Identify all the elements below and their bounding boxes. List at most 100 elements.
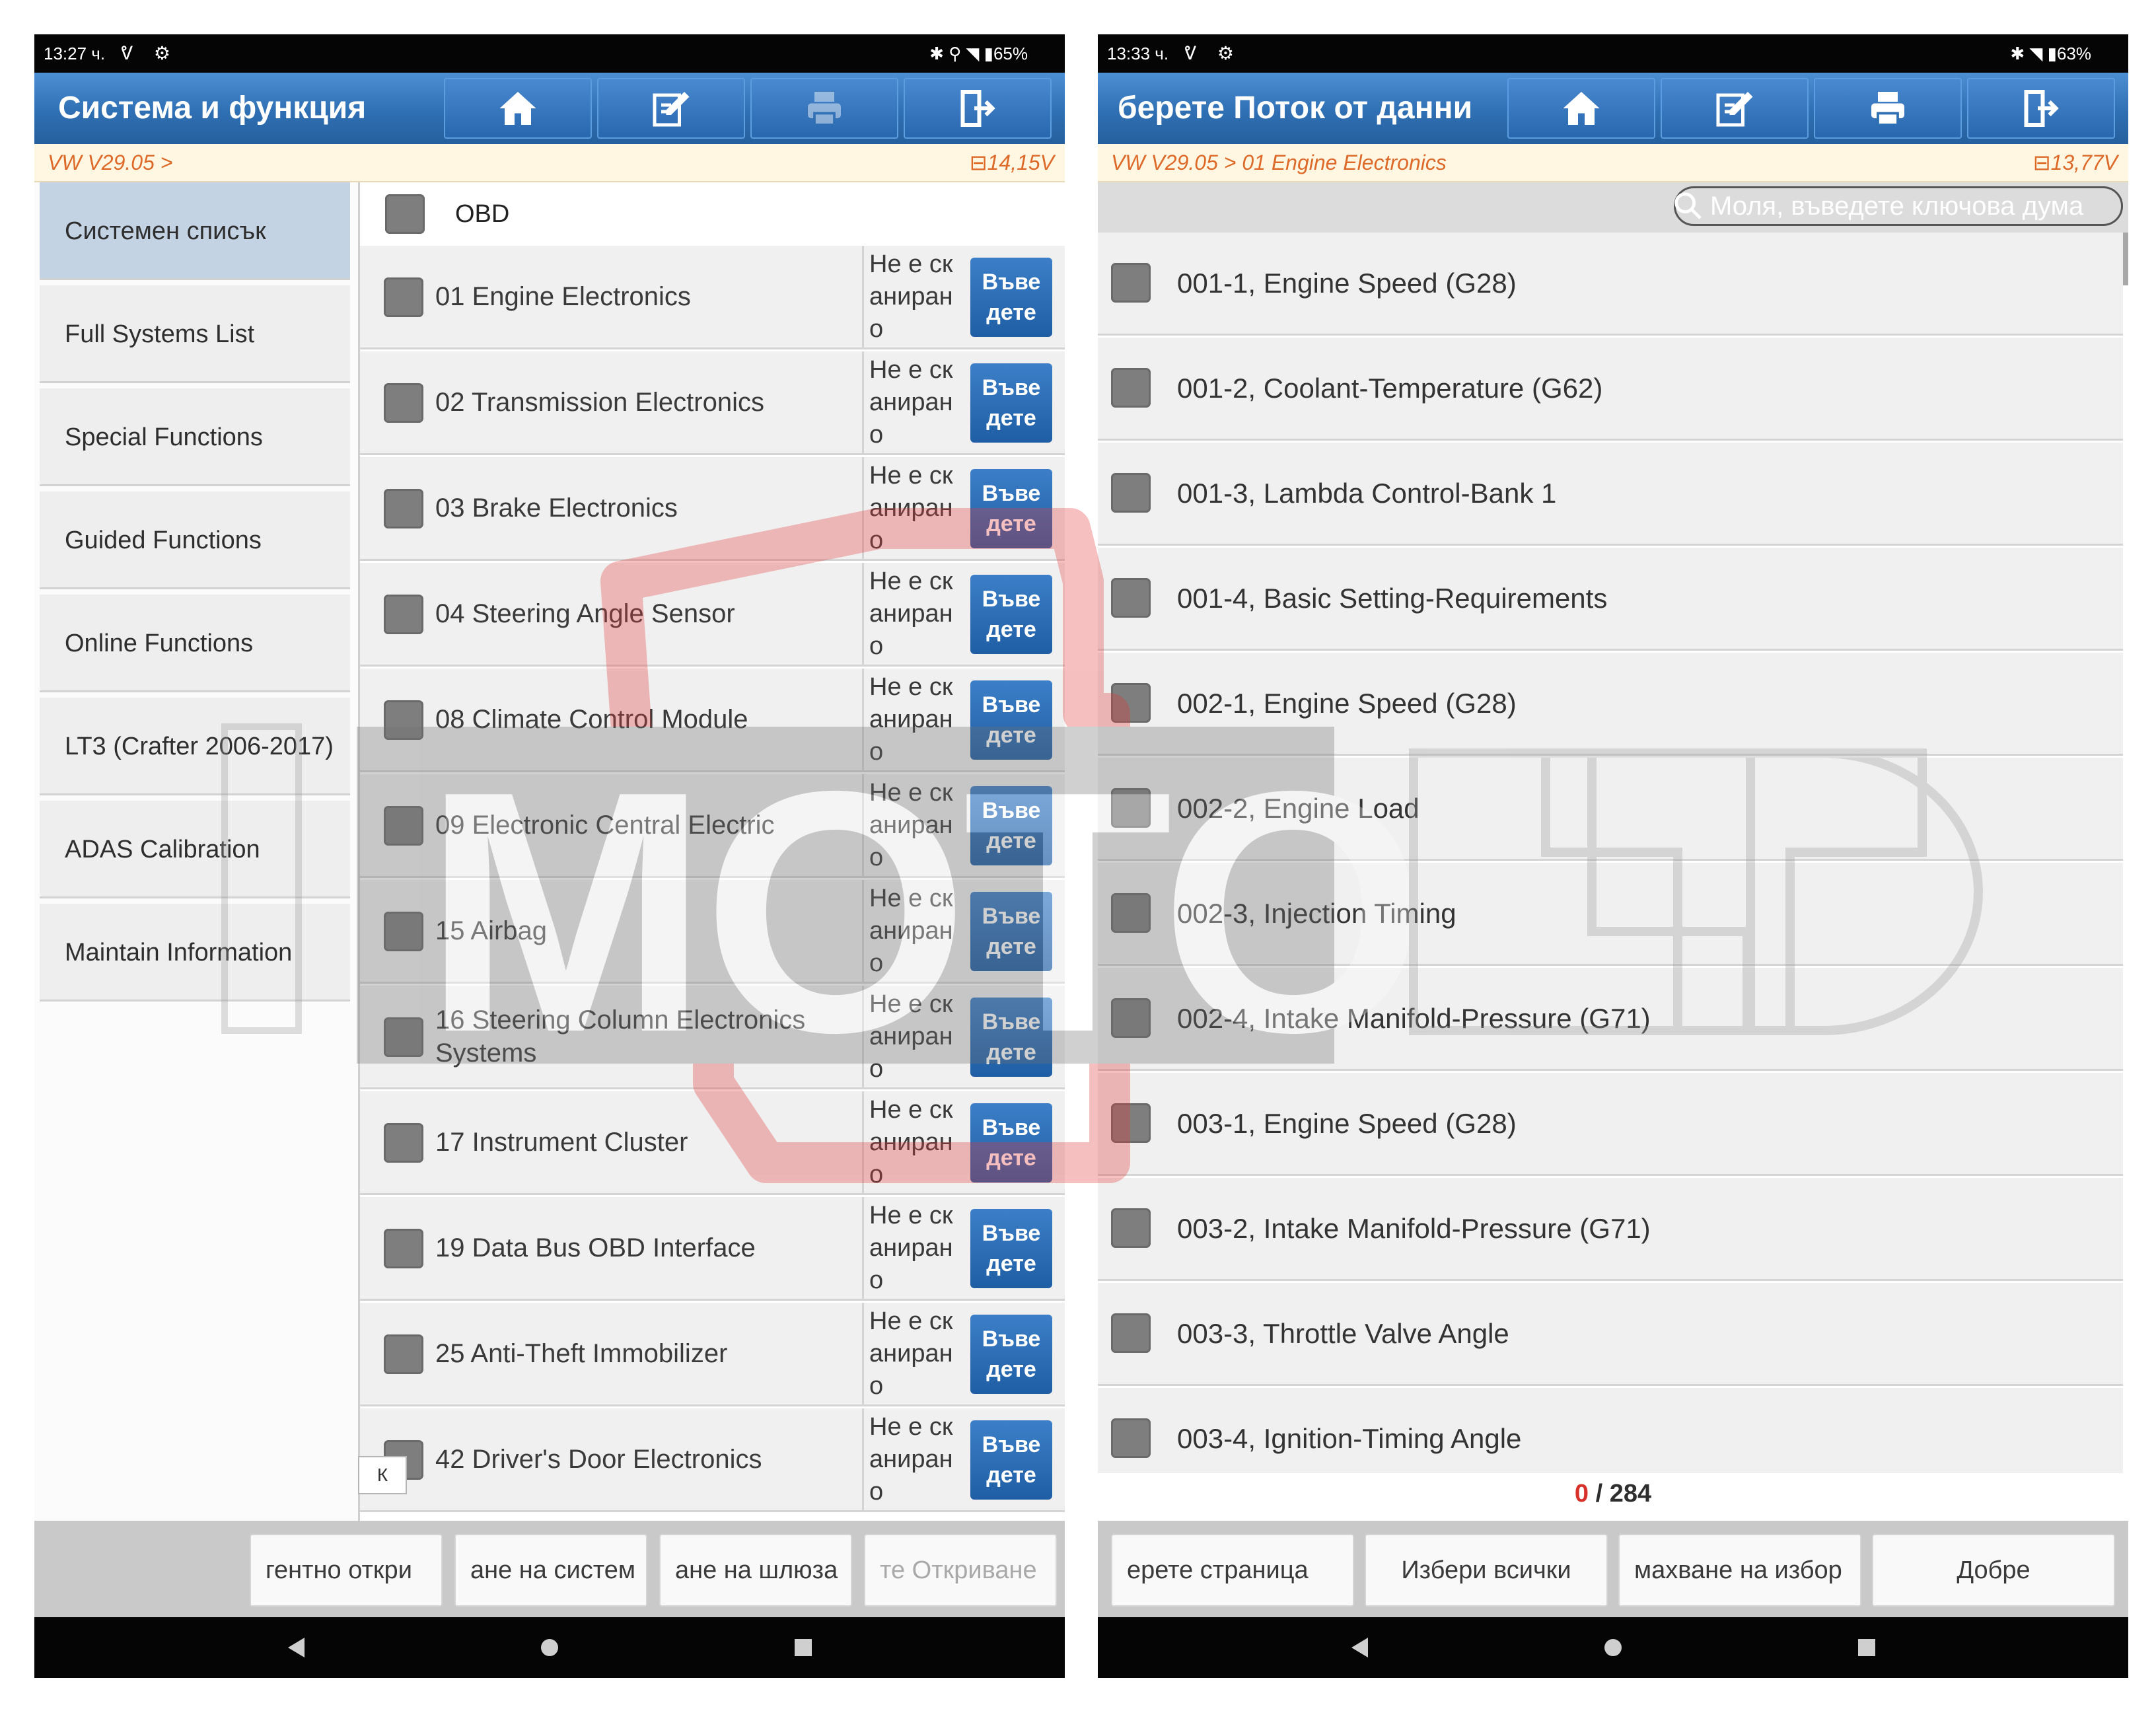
data-stream-row[interactable]: 001-3, Lambda Control-Bank 1 xyxy=(1098,443,2123,546)
enter-system-button[interactable]: Въведете xyxy=(970,258,1052,337)
obd-checkbox[interactable] xyxy=(385,194,425,234)
data-stream-checkbox[interactable] xyxy=(1111,1103,1151,1143)
scrollbar-thumb[interactable] xyxy=(2123,233,2128,285)
exit-button[interactable] xyxy=(904,78,1052,139)
system-row[interactable]: 04 Steering Angle Sensor Не е сканирано Въ… xyxy=(360,563,1065,667)
data-stream-row[interactable]: 003-2, Intake Manifold-Pressure (G71) xyxy=(1098,1178,2123,1281)
nav-home-button[interactable] xyxy=(519,1617,580,1678)
system-row[interactable]: 42 Driver's Door Electronics Не е сканира… xyxy=(360,1408,1065,1512)
deselect-button[interactable]: махване на избор xyxy=(1618,1534,1861,1607)
data-stream-checkbox[interactable] xyxy=(1111,368,1151,408)
obd-select-all-row[interactable]: OBD xyxy=(360,182,1065,246)
system-checkbox[interactable] xyxy=(384,489,423,528)
system-row[interactable]: 19 Data Bus OBD Interface Не е сканирано В… xyxy=(360,1197,1065,1301)
system-row[interactable]: 03 Brake Electronics Не е сканирано Въведе… xyxy=(360,457,1065,561)
system-row[interactable]: 25 Anti-Theft Immobilizer Не е сканирано В… xyxy=(360,1303,1065,1406)
data-stream-row[interactable]: 001-4, Basic Setting-Requirements xyxy=(1098,548,2123,651)
data-stream-checkbox[interactable] xyxy=(1111,1418,1151,1458)
sidebar-item-adas-calibration[interactable]: ADAS Calibration xyxy=(40,801,350,898)
system-name: 25 Anti-Theft Immobilizer xyxy=(435,1339,728,1368)
sidebar-item-online-functions[interactable]: Online Functions xyxy=(40,595,350,692)
enter-system-button[interactable]: Въведете xyxy=(970,786,1052,865)
system-checkbox[interactable] xyxy=(384,1334,423,1374)
stop-detection-button[interactable]: те Откриване xyxy=(864,1534,1057,1607)
home-button[interactable] xyxy=(444,78,592,139)
data-stream-row[interactable]: 001-1, Engine Speed (G28) xyxy=(1098,233,2123,336)
system-row[interactable]: 02 Transmission Electronics Не е сканиран… xyxy=(360,351,1065,455)
system-row[interactable]: 16 Steering Column Electronics Systems Не… xyxy=(360,986,1065,1089)
select-all-button[interactable]: Избери всички xyxy=(1365,1534,1608,1607)
breadcrumb-path: VW V29.05 > xyxy=(48,151,173,174)
select-page-button[interactable]: ерете страница xyxy=(1111,1534,1354,1607)
system-row[interactable]: 09 Electronic Central Electric Не е скани… xyxy=(360,774,1065,878)
enter-system-button[interactable]: Въведете xyxy=(970,1209,1052,1288)
enter-system-button[interactable]: Въведете xyxy=(970,1315,1052,1394)
data-stream-row[interactable]: 002-1, Engine Speed (G28) xyxy=(1098,653,2123,756)
data-stream-checkbox[interactable] xyxy=(1111,893,1151,933)
sidebar-item-full-systems-list[interactable]: Full Systems List xyxy=(40,285,350,383)
enter-system-button[interactable]: Въведете xyxy=(970,469,1052,548)
enter-system-button[interactable]: Въведете xyxy=(970,680,1052,760)
smart-detect-button[interactable]: гентно откри xyxy=(250,1534,443,1607)
system-checkbox[interactable] xyxy=(384,806,423,846)
data-stream-row[interactable]: 002-4, Intake Manifold-Pressure (G71) xyxy=(1098,968,2123,1071)
system-scan-button[interactable]: ане на систем xyxy=(454,1534,647,1607)
system-row[interactable]: 17 Instrument Cluster Не е сканирано Въвед… xyxy=(360,1091,1065,1195)
data-stream-checkbox[interactable] xyxy=(1111,473,1151,513)
sidebar-item-maintain-information[interactable]: Maintain Information xyxy=(40,904,350,1001)
enter-system-button[interactable]: Въведете xyxy=(970,1103,1052,1183)
data-stream-checkbox[interactable] xyxy=(1111,1208,1151,1248)
system-row[interactable]: 08 Climate Control Module Не е сканирано В… xyxy=(360,669,1065,772)
sidebar-item-guided-functions[interactable]: Guided Functions xyxy=(40,491,350,589)
sidebar-item-special-functions[interactable]: Special Functions xyxy=(40,388,350,486)
system-checkbox[interactable] xyxy=(384,1017,423,1057)
home-button[interactable] xyxy=(1507,78,1655,139)
status-bar: 13:33 ч. ᕓ ⚙ ✱ ◥ ▮63% xyxy=(1098,34,2128,73)
system-row[interactable]: 01 Engine Electronics Не е сканирано Въвед… xyxy=(360,246,1065,349)
scan-status: Не е сканирано xyxy=(862,351,961,453)
system-row[interactable]: 15 Airbag Не е сканирано Въведете xyxy=(360,880,1065,984)
sidebar-item-lt3[interactable]: LT3 (Crafter 2006-2017) xyxy=(40,698,350,795)
data-stream-checkbox[interactable] xyxy=(1111,1313,1151,1353)
system-checkbox[interactable] xyxy=(384,700,423,740)
scan-status: Не е сканирано xyxy=(862,246,961,347)
search-input[interactable] xyxy=(1674,186,2123,226)
data-stream-checkbox[interactable] xyxy=(1111,263,1151,303)
data-stream-checkbox[interactable] xyxy=(1111,683,1151,723)
system-checkbox[interactable] xyxy=(384,1229,423,1268)
data-stream-row[interactable]: 003-3, Throttle Valve Angle xyxy=(1098,1283,2123,1386)
enter-system-button[interactable]: Въведете xyxy=(970,998,1052,1077)
data-stream-row[interactable]: 003-1, Engine Speed (G28) xyxy=(1098,1073,2123,1176)
data-stream-checkbox[interactable] xyxy=(1111,578,1151,618)
data-stream-row[interactable]: 002-3, Injection Timing xyxy=(1098,863,2123,966)
data-stream-checkbox[interactable] xyxy=(1111,788,1151,828)
nav-recents-button[interactable] xyxy=(773,1617,834,1678)
enter-system-button[interactable]: Въведете xyxy=(970,892,1052,971)
nav-back-button[interactable] xyxy=(1329,1617,1390,1678)
data-stream-row[interactable]: 002-2, Engine Load xyxy=(1098,758,2123,861)
nav-home-button[interactable] xyxy=(1583,1617,1643,1678)
scan-status: Не е сканирано xyxy=(862,457,961,559)
system-checkbox[interactable] xyxy=(384,383,423,423)
enter-system-button[interactable]: Въведете xyxy=(970,363,1052,443)
exit-button[interactable] xyxy=(1967,78,2115,139)
nav-back-button[interactable] xyxy=(266,1617,326,1678)
enter-system-button[interactable]: Въведете xyxy=(970,575,1052,654)
enter-system-button[interactable]: Въведете xyxy=(970,1420,1052,1500)
system-checkbox[interactable] xyxy=(384,1123,423,1163)
print-button[interactable] xyxy=(1814,78,1962,139)
edit-button[interactable] xyxy=(597,78,745,139)
ok-button[interactable]: Добре xyxy=(1872,1534,2115,1607)
data-stream-checkbox[interactable] xyxy=(1111,998,1151,1038)
system-checkbox[interactable] xyxy=(384,912,423,951)
gateway-scan-button[interactable]: ане на шлюза xyxy=(659,1534,852,1607)
sidebar-item-system-list[interactable]: Системен списък xyxy=(40,182,350,280)
edit-button[interactable] xyxy=(1661,78,1809,139)
system-checkbox[interactable] xyxy=(384,595,423,634)
sidebar-item-label: Special Functions xyxy=(65,423,263,451)
nav-recents-button[interactable] xyxy=(1836,1617,1897,1678)
data-stream-row[interactable]: 001-2, Coolant-Temperature (G62) xyxy=(1098,338,2123,441)
system-checkbox[interactable] xyxy=(384,277,423,317)
print-button[interactable] xyxy=(750,78,898,139)
collapse-sidebar-button[interactable]: К xyxy=(358,1456,407,1494)
